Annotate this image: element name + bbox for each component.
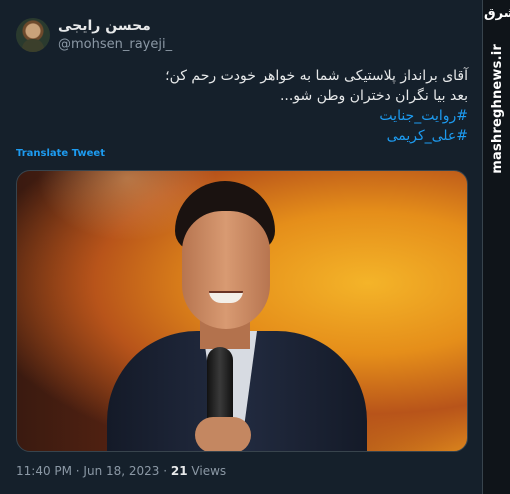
- tweet-text-line: بعد بیا نگران دختران وطن شو...: [279, 88, 468, 104]
- views-count: 21: [170, 464, 188, 478]
- photo-person-hand: [195, 417, 251, 451]
- views-label: Views: [187, 464, 227, 478]
- tweet-card: محسن رایجی @mohsen_rayeji_ آقای برانداز …: [0, 0, 483, 494]
- tweet-timestamp[interactable]: 11:40 PM · Jun 18, 2023: [16, 464, 159, 478]
- translate-tweet-link[interactable]: Translate Tweet: [16, 148, 105, 159]
- hashtag-link[interactable]: #روایت_جنایت: [28, 106, 468, 126]
- tweet-photo[interactable]: [16, 170, 468, 452]
- user-handle[interactable]: @mohsen_rayeji_: [58, 37, 172, 52]
- mashregh-logo: مشرق: [484, 6, 510, 21]
- tweet-header: محسن رایجی @mohsen_rayeji_: [16, 16, 476, 56]
- display-name[interactable]: محسن رایجی: [58, 18, 151, 34]
- hashtag-link[interactable]: #علی_کریمی: [28, 126, 468, 146]
- tweet-text-line: آقای برانداز پلاستیکی شما به خواهر خودت …: [165, 68, 468, 84]
- meta-separator: ·: [159, 464, 171, 478]
- tweet-meta: 11:40 PM · Jun 18, 2023 · 21 Views: [16, 464, 226, 478]
- tweet-text: آقای برانداز پلاستیکی شما به خواهر خودت …: [28, 66, 468, 146]
- watermark-site: mashreghnews.ir: [490, 44, 505, 174]
- photo-person-face: [182, 211, 270, 329]
- avatar[interactable]: [16, 18, 50, 52]
- watermark-strip: مشرق mashreghnews.ir: [483, 0, 510, 494]
